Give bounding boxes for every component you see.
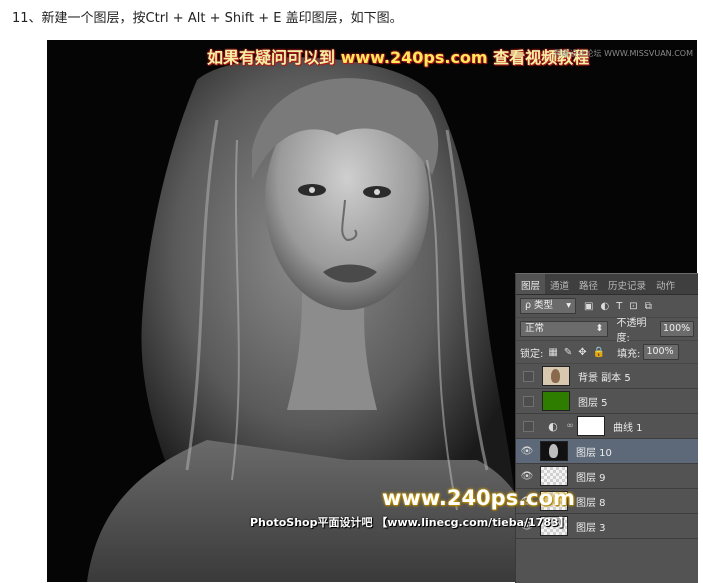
- pixel-filter-icon[interactable]: ▣: [584, 301, 593, 312]
- curves-adjustment-icon: ◐: [548, 419, 558, 433]
- layer-name: 背景 副本 5: [578, 372, 631, 384]
- visibility-toggle[interactable]: [523, 420, 534, 432]
- top-watermark-prefix: 如果有疑问可以到: [207, 48, 336, 67]
- filter-row: ρ 类型 ▾ ▣ ◐ T ⊡ ⧉: [516, 295, 698, 318]
- lock-transparent-icon[interactable]: ▦: [548, 347, 557, 358]
- layer-thumbnail: [540, 466, 568, 486]
- smart-object-filter-icon[interactable]: ⧉: [645, 301, 652, 312]
- layer-thumbnail: [542, 366, 570, 386]
- lock-position-icon[interactable]: ✥: [578, 347, 586, 358]
- blend-row: 正常 ⬍ 不透明度: 100%: [516, 318, 698, 344]
- opacity-label: 不透明度:: [616, 318, 647, 344]
- link-icon[interactable]: ∞: [565, 421, 575, 431]
- top-watermark-url: www.240ps.com: [340, 48, 488, 67]
- layer-mask-thumbnail: [577, 416, 605, 436]
- fill-label: 填充:: [617, 348, 641, 360]
- layer-name: 曲线 1: [613, 422, 643, 434]
- blend-mode-select[interactable]: 正常 ⬍: [520, 321, 609, 337]
- blend-mode-value: 正常: [525, 323, 545, 334]
- bottom-watermark: PhotoShop平面设计吧 【www.linecg.com/tieba/178…: [250, 516, 570, 529]
- opacity-field[interactable]: 100%: [659, 321, 694, 337]
- chevron-down-icon: ⬍: [595, 323, 604, 334]
- visibility-toggle[interactable]: [523, 370, 534, 382]
- tab-channels[interactable]: 通道: [545, 274, 574, 294]
- layer-name: 图层 9: [576, 472, 606, 484]
- layer-row[interactable]: 图层 5: [516, 389, 698, 414]
- layers-panel: 图层 通道 路径 历史记录 动作 ρ 类型 ▾ ▣ ◐ T ⊡ ⧉ 正常 ⬍ 不…: [515, 273, 698, 583]
- filter-kind-label: ρ 类型: [525, 300, 554, 311]
- filter-icons: ▣ ◐ T ⊡ ⧉: [584, 301, 652, 312]
- layer-thumbnail: [540, 441, 568, 461]
- layer-name: 图层 5: [578, 397, 608, 409]
- step-caption: 11、新建一个图层，按Ctrl + Alt + Shift + E 盖印图层，如…: [12, 11, 403, 26]
- shape-filter-icon[interactable]: ⊡: [629, 301, 637, 312]
- type-filter-icon[interactable]: T: [616, 301, 622, 312]
- layer-name: 图层 10: [576, 447, 612, 459]
- tab-layers[interactable]: 图层: [516, 274, 546, 294]
- layer-row[interactable]: ◐ ∞ 曲线 1: [516, 414, 698, 439]
- tab-paths[interactable]: 路径: [574, 274, 603, 294]
- layer-row[interactable]: 👁 图层 10: [516, 439, 698, 464]
- filter-kind-select[interactable]: ρ 类型 ▾: [520, 298, 576, 314]
- layer-name: 图层 3: [576, 522, 606, 534]
- tab-actions[interactable]: 动作: [651, 274, 680, 294]
- tab-history[interactable]: 历史记录: [603, 274, 651, 294]
- lock-paint-icon[interactable]: ✎: [564, 347, 572, 358]
- panel-tabs: 图层 通道 路径 历史记录 动作: [516, 274, 698, 295]
- lock-label: 锁定:: [520, 348, 544, 360]
- eye-icon[interactable]: 👁: [516, 446, 538, 457]
- middle-watermark: www.240ps.com: [382, 486, 575, 510]
- lock-all-icon[interactable]: 🔒: [593, 347, 605, 358]
- corner-watermark: 思缘设计论坛 WWW.MISSVUAN.COM: [553, 49, 693, 58]
- fill-field[interactable]: 100%: [643, 344, 680, 360]
- lock-icons: ▦ ✎ ✥ 🔒: [548, 347, 605, 358]
- layer-list: 背景 副本 5 图层 5 ◐ ∞ 曲线 1 👁 图层 10 👁 图层 9 👁 图…: [516, 364, 698, 539]
- fill-value: 100%: [646, 346, 674, 357]
- layer-thumbnail: [542, 391, 570, 411]
- opacity-value: 100%: [662, 323, 691, 334]
- eye-icon[interactable]: 👁: [516, 471, 538, 482]
- visibility-toggle[interactable]: [523, 395, 534, 407]
- adjustment-filter-icon[interactable]: ◐: [600, 301, 609, 312]
- top-watermark: 如果有疑问可以到 www.240ps.com 查看视频教程: [207, 44, 589, 68]
- chevron-down-icon: ▾: [566, 300, 571, 311]
- layer-row[interactable]: 背景 副本 5: [516, 364, 698, 389]
- lock-row: 锁定: ▦ ✎ ✥ 🔒 填充: 100%: [516, 341, 698, 364]
- layer-name: 图层 8: [576, 497, 606, 509]
